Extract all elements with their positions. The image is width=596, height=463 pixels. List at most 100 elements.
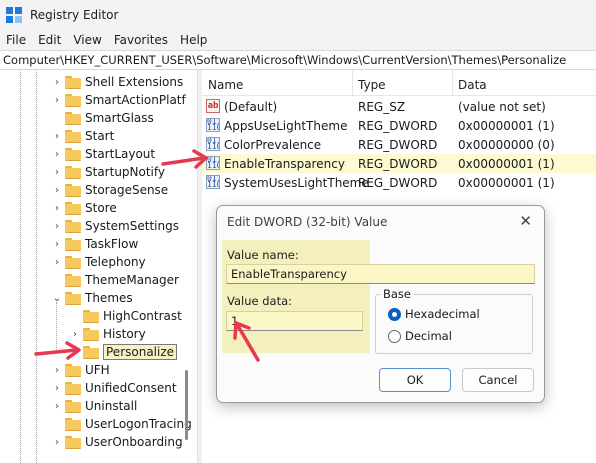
cancel-button[interactable]: Cancel [462,368,534,392]
tree-item[interactable]: › Telephony [52,253,146,271]
folder-icon [65,130,81,143]
tree-item[interactable]: › UnifiedConsent [52,379,177,397]
chevron-right-icon[interactable]: › [52,149,62,160]
radio-selected-icon[interactable] [388,307,401,321]
chevron-down-icon[interactable]: ⌄ [52,293,62,304]
folder-icon [65,148,81,161]
menu-view[interactable]: View [67,33,107,47]
value-type: REG_DWORD [358,157,438,171]
registry-editor-icon [6,7,22,23]
chevron-right-icon[interactable]: › [52,239,62,250]
chevron-right-icon[interactable]: › [52,257,62,268]
tree-item[interactable]: › Shell Extensions [52,73,183,91]
value-name-field[interactable]: EnableTransparency [226,264,535,284]
folder-icon [65,220,81,233]
folder-icon [65,112,81,125]
binary-value-icon: 011 110 [206,156,220,170]
chevron-right-icon[interactable]: › [52,203,62,214]
column-name[interactable]: Name [208,78,243,92]
dialog-title: Edit DWORD (32-bit) Value [227,215,388,229]
tree-item[interactable]: › SystemSettings [52,217,179,235]
value-name: (Default) [224,100,278,114]
tree-item[interactable]: › Start [52,127,114,145]
tree-item[interactable]: › UserOnboarding [52,433,183,451]
tree-item[interactable]: › UFH [52,361,110,379]
folder-icon [83,328,99,341]
folder-icon [83,346,99,359]
column-divider[interactable] [452,70,453,96]
tree-item[interactable]: › TaskFlow [52,235,138,253]
tree-item-label: StartLayout [85,147,156,161]
tree-scrollbar[interactable] [185,370,188,440]
chevron-right-icon[interactable]: › [52,221,62,232]
tree-item[interactable]: Personalize [70,343,178,361]
chevron-right-icon[interactable]: › [52,365,62,376]
value-row[interactable]: ab (Default) REG_SZ (value not set) [202,97,596,116]
tree-item[interactable]: SmartGlass [52,109,154,127]
tree-item-label: UserLogonTracing [85,417,192,431]
hexadecimal-label: Hexadecimal [405,307,480,321]
value-data: 0x00000001 (1) [458,119,555,133]
chevron-right-icon[interactable]: › [52,437,62,448]
chevron-right-icon[interactable]: › [52,167,62,178]
tree-item-label: ThemeManager [85,273,179,287]
chevron-right-icon[interactable]: › [52,185,62,196]
value-row[interactable]: 011 110 AppsUseLightTheme REG_DWORD 0x00000… [202,116,596,135]
value-name: ColorPrevalence [224,138,322,152]
column-divider[interactable] [352,70,353,96]
tree-item-label: Personalize [103,344,178,360]
tree-item[interactable]: › Store [52,199,117,217]
decimal-option[interactable]: Decimal [388,329,452,343]
tree-item[interactable]: › StartLayout [52,145,155,163]
tree-guide-line [36,70,37,463]
folder-icon [65,256,81,269]
chevron-right-icon[interactable]: › [52,95,62,106]
chevron-right-icon[interactable]: › [52,77,62,88]
folder-icon [65,166,81,179]
tree-item[interactable]: ThemeManager [52,271,179,289]
close-icon[interactable]: ✕ [519,212,532,230]
tree-item-label: Uninstall [85,399,138,413]
chevron-right-icon[interactable]: › [52,401,62,412]
value-row[interactable]: 011 110 SystemUsesLightThemeREG_DWORD 0x00… [202,173,596,192]
menu-favorites[interactable]: Favorites [108,33,174,47]
column-type[interactable]: Type [358,78,386,92]
chevron-right-icon[interactable]: › [70,329,80,340]
address-bar[interactable]: Computer\HKEY_CURRENT_USER\Software\Micr… [0,50,596,70]
tree-item[interactable]: › History [70,325,146,343]
folder-icon [65,292,81,305]
value-data: 0x00000000 (0) [458,138,555,152]
value-name: EnableTransparency [224,157,345,171]
menu-file[interactable]: File [0,33,32,47]
hexadecimal-option[interactable]: Hexadecimal [388,307,480,321]
tree-item-label: SmartActionPlatf [85,93,186,107]
binary-value-icon: 011 110 [206,137,220,151]
key-tree[interactable]: › Shell Extensions › SmartActionPlatf SmartG… [0,70,198,463]
value-name: AppsUseLightTheme [224,119,348,133]
menu-edit[interactable]: Edit [32,33,67,47]
value-data: (value not set) [458,100,546,114]
tree-item[interactable]: › SmartActionPlatf [52,91,186,109]
title-bar: Registry Editor [0,0,596,30]
value-row[interactable]: 011 110 ColorPrevalence REG_DWORD 0x0000000… [202,135,596,154]
tree-item[interactable]: HighContrast [70,307,182,325]
chevron-right-icon[interactable]: › [52,383,62,394]
chevron-right-icon[interactable]: › [52,131,62,142]
menu-help[interactable]: Help [174,33,213,47]
column-data[interactable]: Data [458,78,487,92]
tree-item-label: HighContrast [103,309,182,323]
ok-button[interactable]: OK [379,368,451,392]
tree-item[interactable]: › StorageSense [52,181,168,199]
tree-item[interactable]: › Uninstall [52,397,137,415]
tree-item[interactable]: ⌄ Themes [52,289,133,307]
tree-item-label: Store [85,201,117,215]
radio-unselected-icon[interactable] [388,329,401,343]
edit-dword-dialog: Edit DWORD (32-bit) Value ✕ Value name: … [216,205,545,403]
tree-item[interactable]: › StartupNotify [52,163,165,181]
tree-item-label: UFH [85,363,110,377]
value-row[interactable]: 011 110 EnableTransparency REG_DWORD 0x0000… [202,154,596,173]
tree-item[interactable]: UserLogonTracing [52,415,192,433]
folder-icon [65,184,81,197]
tree-item-label: Start [85,129,115,143]
value-data-input[interactable]: 1 [226,311,363,331]
